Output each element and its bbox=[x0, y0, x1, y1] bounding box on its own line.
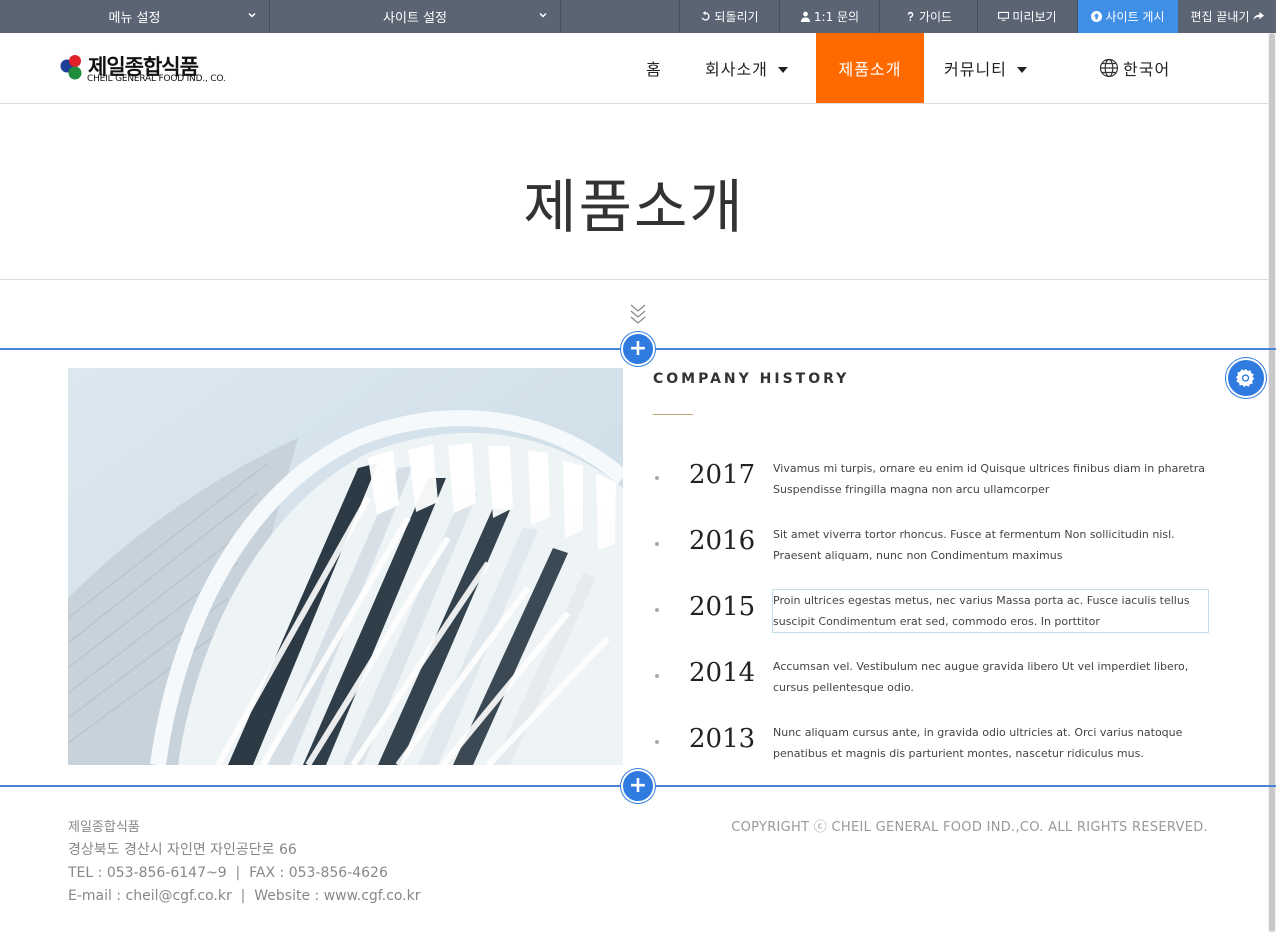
scrollbar-thumb[interactable] bbox=[1269, 33, 1275, 932]
title-divider bbox=[0, 279, 1268, 280]
caret-down-icon bbox=[777, 66, 788, 73]
menu-settings-dropdown[interactable]: 메뉴 설정 bbox=[0, 0, 270, 33]
guide-label: 가이드 bbox=[918, 10, 953, 24]
inquiry-label: 1:1 문의 bbox=[813, 10, 860, 24]
nav-home-label: 홈 bbox=[646, 60, 662, 79]
nav-company-label: 회사소개 bbox=[705, 60, 768, 79]
add-section-button-bottom[interactable]: + bbox=[621, 769, 655, 803]
plus-icon: + bbox=[628, 773, 648, 798]
history-item: 2013 Nunc aliquam cursus ante, in gravid… bbox=[653, 722, 1213, 772]
question-icon bbox=[907, 11, 914, 21]
language-label: 한국어 bbox=[1123, 60, 1171, 79]
history-year: 2015 bbox=[689, 592, 756, 622]
double-chevron-down-icon bbox=[630, 304, 646, 324]
bullet-dot bbox=[655, 542, 659, 546]
history-item: 2014 Accumsan vel. Vestibulum nec augue … bbox=[653, 656, 1213, 706]
chevron-down-icon bbox=[539, 12, 547, 18]
gear-icon bbox=[1235, 368, 1255, 387]
page-scrollbar[interactable] bbox=[1268, 33, 1276, 932]
preview-button[interactable]: 미리보기 bbox=[978, 0, 1078, 33]
preview-label: 미리보기 bbox=[1012, 10, 1057, 24]
menu-settings-label: 메뉴 설정 bbox=[108, 11, 161, 26]
finish-edit-button[interactable]: 편집 끝내기 bbox=[1178, 0, 1276, 33]
toolbar-spacer bbox=[561, 0, 680, 33]
history-item: 2016 Sit amet viverra tortor rhoncus. Fu… bbox=[653, 524, 1213, 574]
footer-company-name: 제일종합식품 bbox=[68, 820, 140, 835]
building-photo bbox=[68, 368, 623, 765]
site-settings-label: 사이트 설정 bbox=[383, 11, 447, 26]
footer-address: 경상북도 경산시 자인면 자인공단로 66 bbox=[68, 842, 297, 858]
chevron-down-icon bbox=[248, 12, 256, 18]
history-text[interactable]: Accumsan vel. Vestibulum nec augue gravi… bbox=[773, 656, 1208, 698]
undo-icon bbox=[701, 11, 711, 21]
add-section-button-top[interactable]: + bbox=[621, 332, 655, 366]
bullet-dot bbox=[655, 476, 659, 480]
building-illustration bbox=[68, 368, 623, 765]
site-header: 제일종합식품 CHEIL GENERAL FOOD IND., CO. 홈 회사… bbox=[0, 33, 1268, 104]
bullet-dot bbox=[655, 674, 659, 678]
monitor-icon bbox=[998, 11, 1010, 21]
history-text[interactable]: Sit amet viverra tortor rhoncus. Fusce a… bbox=[773, 524, 1208, 566]
footer-copyright: COPYRIGHT ⓒ CHEIL GENERAL FOOD IND.,CO. … bbox=[731, 820, 1208, 835]
history-text[interactable]: Vivamus mi turpis, ornare eu enim id Qui… bbox=[773, 458, 1208, 500]
history-text[interactable]: Nunc aliquam cursus ante, in gravida odi… bbox=[773, 722, 1208, 764]
plus-icon: + bbox=[628, 336, 648, 361]
bullet-dot bbox=[655, 740, 659, 744]
nav-item-home[interactable]: 홈 bbox=[646, 33, 662, 103]
footer-phone-fax: TEL : 053-856-6147~9 | FAX : 053-856-462… bbox=[68, 865, 388, 881]
guide-button[interactable]: 가이드 bbox=[880, 0, 978, 33]
publish-label: 사이트 게시 bbox=[1105, 10, 1165, 24]
nav-item-community[interactable]: 커뮤니티 bbox=[944, 33, 1027, 103]
caret-down-icon bbox=[1016, 66, 1027, 73]
section-settings-button[interactable] bbox=[1226, 358, 1266, 398]
history-title: COMPANY HISTORY bbox=[653, 371, 850, 387]
history-text-selected[interactable]: Proin ultrices egestas metus, nec varius… bbox=[772, 589, 1209, 633]
history-title-rule bbox=[653, 414, 693, 415]
upload-circle-icon bbox=[1091, 11, 1103, 22]
history-year: 2016 bbox=[689, 526, 756, 556]
language-selector[interactable]: 한국어 bbox=[1099, 33, 1170, 103]
globe-icon bbox=[1099, 58, 1119, 78]
history-item: 2017 Vivamus mi turpis, ornare eu enim i… bbox=[653, 458, 1213, 508]
undo-button[interactable]: 되돌리기 bbox=[680, 0, 780, 33]
inquiry-button[interactable]: 1:1 문의 bbox=[780, 0, 880, 33]
history-year: 2013 bbox=[689, 724, 756, 754]
bullet-dot bbox=[655, 608, 659, 612]
history-item: 2015 Proin ultrices egestas metus, nec v… bbox=[653, 589, 1213, 640]
share-arrow-icon bbox=[1252, 11, 1264, 21]
history-year: 2014 bbox=[689, 658, 756, 688]
undo-label: 되돌리기 bbox=[714, 10, 759, 24]
footer-info: 제일종합식품 경상북도 경산시 자인면 자인공단로 66 TEL : 053-8… bbox=[68, 816, 420, 908]
site-settings-dropdown[interactable]: 사이트 설정 bbox=[270, 0, 561, 33]
logo-english-text: CHEIL GENERAL FOOD IND., CO. bbox=[87, 74, 226, 84]
site-logo[interactable]: 제일종합식품 CHEIL GENERAL FOOD IND., CO. bbox=[60, 53, 240, 87]
editor-toolbar: 메뉴 설정 사이트 설정 되돌리기 1:1 문의 가이드 미리보기 사이트 게시… bbox=[0, 0, 1276, 33]
history-year: 2017 bbox=[689, 460, 756, 490]
finish-edit-label: 편집 끝내기 bbox=[1190, 10, 1250, 24]
nav-community-label: 커뮤니티 bbox=[944, 60, 1007, 79]
nav-products-label: 제품소개 bbox=[838, 60, 902, 79]
nav-item-company[interactable]: 회사소개 bbox=[705, 33, 788, 103]
footer-email-website: E-mail : cheil@cgf.co.kr | Website : www… bbox=[68, 888, 421, 904]
logo-mark-icon bbox=[60, 55, 82, 80]
nav-item-products[interactable]: 제품소개 bbox=[816, 33, 924, 103]
publish-site-button[interactable]: 사이트 게시 bbox=[1078, 0, 1178, 33]
page-title: 제품소개 bbox=[523, 173, 745, 241]
user-icon bbox=[800, 11, 810, 22]
